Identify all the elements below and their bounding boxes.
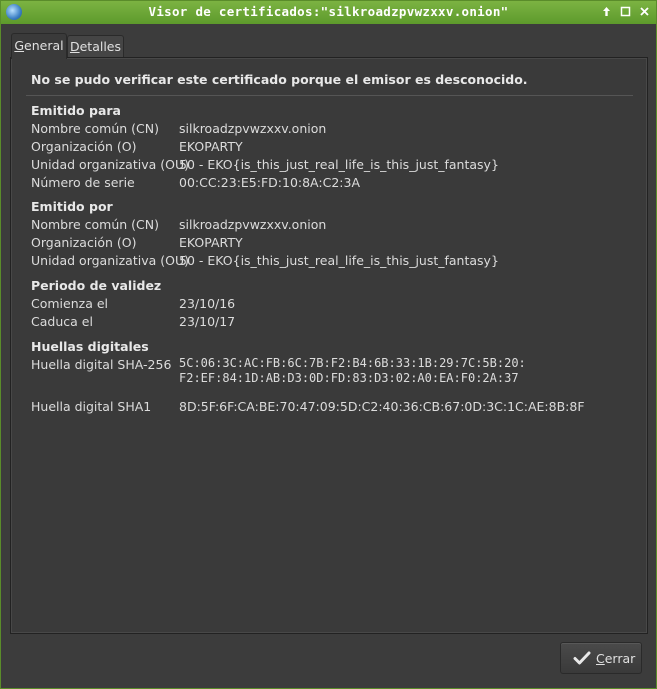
- issued-by-title: Emitido por: [31, 199, 113, 214]
- valid-from-label: Comienza el: [31, 296, 108, 311]
- issued-to-o-label: Organización (O): [31, 139, 137, 154]
- valid-until-label: Caduca el: [31, 314, 93, 329]
- issued-to-cn-label: Nombre común (CN): [31, 121, 159, 136]
- maximize-button[interactable]: [618, 4, 633, 19]
- sha1-value[interactable]: 8D:5F:6F:CA:BE:70:47:09:5D:C2:40:36:CB:6…: [179, 399, 585, 414]
- certificate-viewer-window: Visor de certificados:"silkroadzpvwzxxv.…: [0, 0, 657, 689]
- sha256-value-line1[interactable]: 5C:06:3C:AC:FB:6C:7B:F2:B4:6B:33:1B:29:7…: [179, 356, 526, 371]
- validity-title: Periodo de validez: [31, 278, 162, 293]
- general-panel: No se pudo verificar este certificado po…: [10, 57, 648, 634]
- issued-to-title: Emitido para: [31, 103, 121, 118]
- issued-by-ou-value[interactable]: 50 - EKO{is_this_just_real_life_is_this_…: [179, 253, 499, 268]
- tab-general[interactable]: General: [11, 33, 67, 59]
- serial-number-label: Número de serie: [31, 175, 135, 190]
- issued-by-o-value[interactable]: EKOPARTY: [179, 235, 243, 250]
- issued-by-cn-label: Nombre común (CN): [31, 217, 159, 232]
- sha1-label: Huella digital SHA1: [31, 399, 152, 414]
- issued-by-cn-value[interactable]: silkroadzpvwzxxv.onion: [179, 217, 326, 232]
- maximize-icon: [620, 6, 631, 17]
- issued-by-ou-label: Unidad organizativa (OU): [31, 253, 189, 268]
- close-button-label: Cerrar: [596, 651, 636, 666]
- window-title: Visor de certificados:"silkroadzpvwzxxv.…: [148, 4, 509, 19]
- separator: [26, 95, 633, 96]
- close-button[interactable]: Cerrar: [560, 642, 642, 674]
- issued-to-o-value[interactable]: EKOPARTY: [179, 139, 243, 154]
- keep-above-button[interactable]: [599, 4, 614, 19]
- issued-to-ou-value[interactable]: 50 - EKO{is_this_just_real_life_is_this_…: [179, 157, 499, 172]
- issued-by-o-label: Organización (O): [31, 235, 137, 250]
- sha256-label: Huella digital SHA-256: [31, 357, 172, 372]
- sha256-value-line2[interactable]: F2:EF:84:1D:AB:D3:0D:FD:83:D3:02:A0:EA:F…: [179, 371, 519, 386]
- valid-until-value[interactable]: 23/10/17: [179, 314, 235, 329]
- checkmark-icon: [573, 650, 591, 666]
- arrow-up-icon: [603, 7, 610, 16]
- verification-warning: No se pudo verificar este certificado po…: [31, 72, 528, 87]
- tab-detalles[interactable]: Detalles: [67, 35, 124, 58]
- serial-number-value[interactable]: 00:CC:23:E5:FD:10:8A:C2:3A: [179, 175, 360, 190]
- issued-to-cn-value[interactable]: silkroadzpvwzxxv.onion: [179, 121, 326, 136]
- fingerprints-title: Huellas digitales: [31, 339, 149, 354]
- issued-to-ou-label: Unidad organizativa (OU): [31, 157, 189, 172]
- title-bar[interactable]: Visor de certificados:"silkroadzpvwzxxv.…: [1, 1, 656, 24]
- valid-from-value[interactable]: 23/10/16: [179, 296, 235, 311]
- close-icon: [640, 7, 649, 16]
- close-window-button[interactable]: [637, 4, 652, 19]
